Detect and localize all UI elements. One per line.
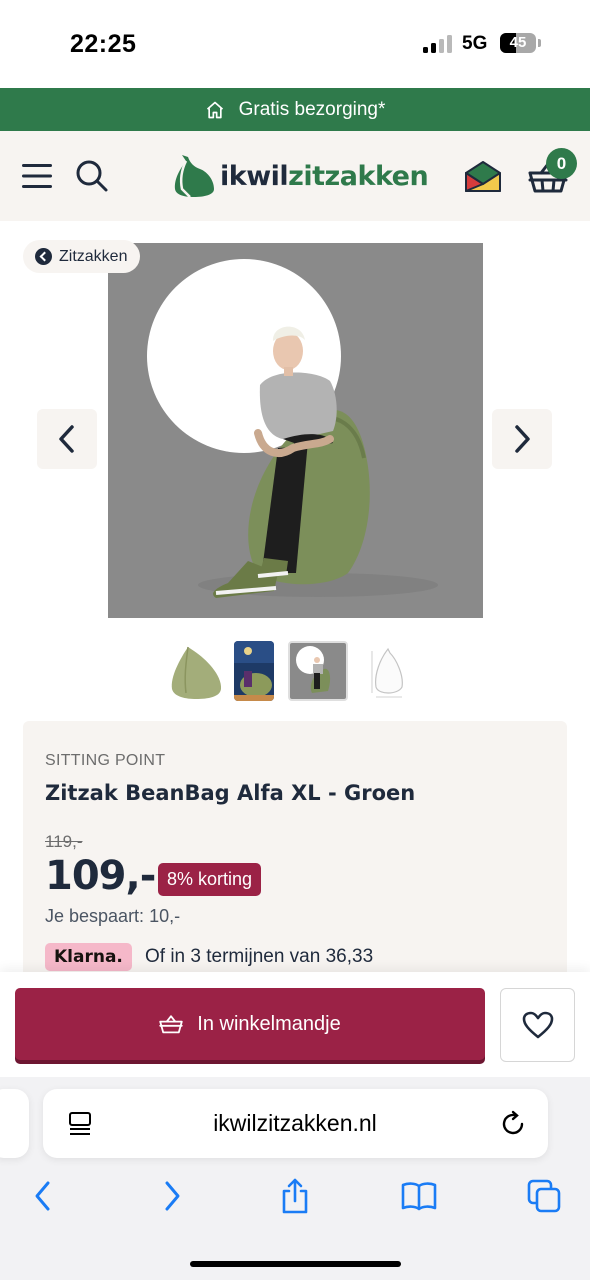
url-text[interactable]: ikwilzitzakken.nl — [0, 1110, 590, 1137]
breadcrumb-back-button[interactable]: Zitzakken — [23, 240, 141, 273]
thumbnail-person-seated[interactable] — [288, 641, 348, 701]
current-price: 109,- — [45, 853, 156, 899]
product-brand[interactable]: SITTING POINT — [45, 752, 165, 770]
battery-percent: 45 — [509, 34, 527, 51]
status-bar: 22:25 5G 45 — [0, 0, 590, 88]
network-type: 5G — [462, 33, 488, 54]
tabs-button[interactable] — [524, 1176, 564, 1216]
logo-text-zitzakken: zitzakken — [288, 160, 429, 192]
browser-forward-button[interactable] — [152, 1176, 192, 1216]
signal-icon — [423, 35, 455, 53]
thumbnail-dimensions-drawing[interactable] — [366, 641, 412, 701]
thumbnail-lifestyle[interactable] — [234, 641, 274, 701]
battery-tip — [538, 39, 541, 47]
thumbnail-green-beanbag[interactable] — [166, 641, 226, 701]
wishlist-button[interactable] — [500, 988, 575, 1062]
basket-icon — [159, 1015, 183, 1034]
promo-bar: Gratis bezorging* — [0, 88, 590, 131]
browser-back-button[interactable] — [23, 1176, 63, 1216]
chevron-left-icon — [59, 425, 74, 453]
add-to-cart-button[interactable]: In winkelmandje — [15, 988, 485, 1060]
heart-icon — [522, 1011, 553, 1039]
site-logo[interactable]: ikwilzitzakken — [172, 153, 429, 199]
add-to-cart-label: In winkelmandje — [197, 1012, 341, 1035]
logo-text-ikwil: ikwil — [220, 160, 289, 192]
klarna-logo: Klarna. — [45, 943, 132, 971]
chevron-right-icon — [515, 425, 530, 453]
klarna-installments-text: Of in 3 termijnen van 36,33 — [145, 946, 374, 967]
savings-text: Je bespaart: 10,- — [45, 906, 181, 926]
share-button[interactable] — [275, 1176, 315, 1216]
promo-text: Gratis bezorging* — [238, 98, 386, 120]
tabs-icon — [527, 1179, 561, 1213]
discount-badge: 8% korting — [158, 863, 262, 896]
chevron-right-icon — [165, 1181, 180, 1211]
menu-icon[interactable] — [22, 162, 52, 190]
breadcrumb-label: Zitzakken — [59, 247, 128, 265]
mail-icon[interactable] — [464, 160, 502, 193]
back-arrow-icon — [35, 248, 52, 265]
product-title: Zitzak BeanBag Alfa XL - Groen — [45, 781, 416, 805]
home-indicator — [190, 1261, 401, 1267]
old-price: 119,- — [45, 832, 83, 851]
share-icon — [282, 1178, 308, 1214]
search-icon[interactable] — [74, 158, 110, 194]
status-time: 22:25 — [70, 30, 137, 58]
chevron-left-icon — [35, 1181, 50, 1211]
logo-beanbag-icon — [174, 155, 214, 198]
cart-count-badge: 0 — [546, 148, 577, 179]
battery-icon: 45 — [500, 33, 536, 53]
product-image[interactable] — [108, 243, 483, 618]
next-image-button[interactable] — [492, 409, 552, 469]
site-header: ikwilzitzakken — [0, 131, 590, 221]
home-icon — [206, 101, 223, 118]
previous-image-button[interactable] — [37, 409, 97, 469]
book-icon — [401, 1182, 437, 1211]
bookmarks-button[interactable] — [399, 1176, 439, 1216]
